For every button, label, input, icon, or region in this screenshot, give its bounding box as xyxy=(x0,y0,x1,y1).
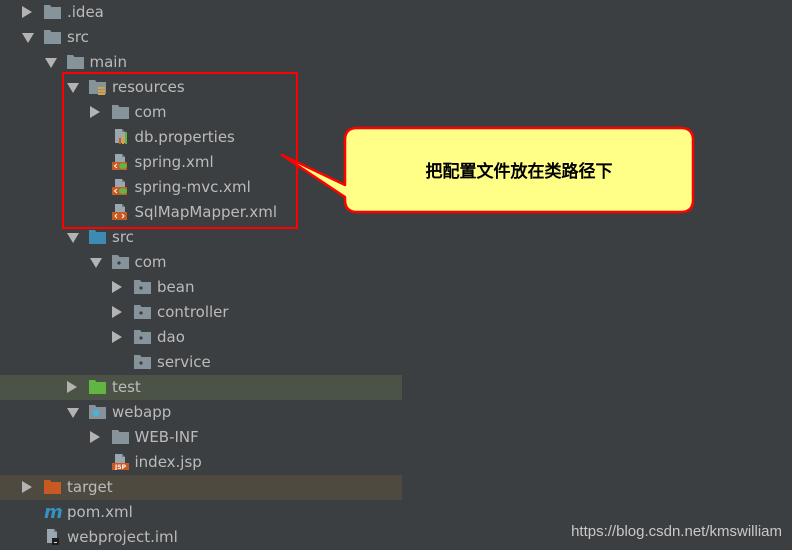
tree-row-com[interactable]: com xyxy=(0,250,402,275)
tree-row-label: main xyxy=(89,53,127,71)
folder-icon xyxy=(44,29,61,45)
expand-arrow-down-icon[interactable] xyxy=(67,233,79,243)
folder-icon xyxy=(44,4,61,20)
tree-row-src[interactable]: src xyxy=(0,25,402,50)
expand-arrow-down-icon[interactable] xyxy=(22,33,34,43)
tree-row-idea[interactable]: .idea xyxy=(0,0,402,25)
expand-arrow-right-icon[interactable] xyxy=(67,381,77,393)
tree-row-label: webapp xyxy=(112,403,172,421)
test-folder-icon xyxy=(89,379,106,395)
tree-row-label: .idea xyxy=(67,3,104,21)
tree-row-label: index.jsp xyxy=(134,453,202,471)
tree-row-label: service xyxy=(157,353,211,371)
tree-row-bean[interactable]: bean xyxy=(0,275,402,300)
expand-arrow-down-icon[interactable] xyxy=(89,258,102,268)
package-icon xyxy=(134,279,151,295)
svg-text:m: m xyxy=(44,504,63,520)
tree-row-pom-xml[interactable]: m pom.xml xyxy=(0,500,402,525)
tree-row-test[interactable]: test xyxy=(0,375,402,400)
expand-arrow-right-icon[interactable] xyxy=(22,6,32,18)
tree-row-label: src xyxy=(67,28,89,46)
folder-icon xyxy=(111,429,129,445)
tree-row-dao[interactable]: dao xyxy=(0,325,402,350)
tree-row-label: test xyxy=(112,378,141,396)
expand-arrow-right-icon[interactable] xyxy=(112,306,122,318)
expand-arrow-right-icon[interactable] xyxy=(112,331,122,343)
web-folder-icon xyxy=(89,404,106,420)
tree-row-label: pom.xml xyxy=(67,503,133,521)
source-folder-icon xyxy=(89,229,106,245)
expand-arrow-right-icon[interactable] xyxy=(22,481,32,493)
tree-row-label: bean xyxy=(157,278,195,296)
tree-row-web-inf[interactable]: WEB-INF xyxy=(0,425,402,450)
iml-file-icon xyxy=(44,529,61,545)
callout-text: 把配置文件放在类路径下 xyxy=(425,162,613,182)
expand-arrow-right-icon[interactable] xyxy=(112,281,122,293)
tree-row-service[interactable]: service xyxy=(0,350,402,375)
tree-row-label: controller xyxy=(157,303,229,321)
excluded-folder-icon xyxy=(44,479,61,495)
watermark: https://blog.csdn.net/kmswilliam xyxy=(571,523,782,540)
resources-highlight-box xyxy=(62,72,298,229)
svg-text:JSP: JSP xyxy=(114,464,127,470)
tree-row-target[interactable]: target xyxy=(0,475,402,500)
tree-row-label: dao xyxy=(157,328,185,346)
package-icon xyxy=(134,304,151,320)
folder-icon xyxy=(66,54,84,70)
package-icon xyxy=(134,329,151,345)
tree-row-webproject-iml[interactable]: webproject.iml xyxy=(0,525,402,550)
expand-arrow-down-icon[interactable] xyxy=(44,58,57,68)
tree-row-label: com xyxy=(134,253,167,271)
tree-row-controller[interactable]: controller xyxy=(0,300,402,325)
tree-row-label: WEB-INF xyxy=(134,428,199,446)
expand-arrow-down-icon[interactable] xyxy=(67,408,79,418)
tree-row-webapp[interactable]: webapp xyxy=(0,400,402,425)
tree-row-label: webproject.iml xyxy=(67,528,178,546)
package-icon xyxy=(111,254,129,270)
tree-row-label: target xyxy=(67,478,113,496)
package-icon xyxy=(134,354,151,370)
tree-row-index-jsp[interactable]: JSP index.jsp xyxy=(0,450,402,475)
jsp-file-icon: JSP xyxy=(111,454,129,471)
tree-row-label: src xyxy=(112,228,134,246)
maven-file-icon: m xyxy=(44,502,63,523)
expand-arrow-right-icon[interactable] xyxy=(89,431,100,443)
